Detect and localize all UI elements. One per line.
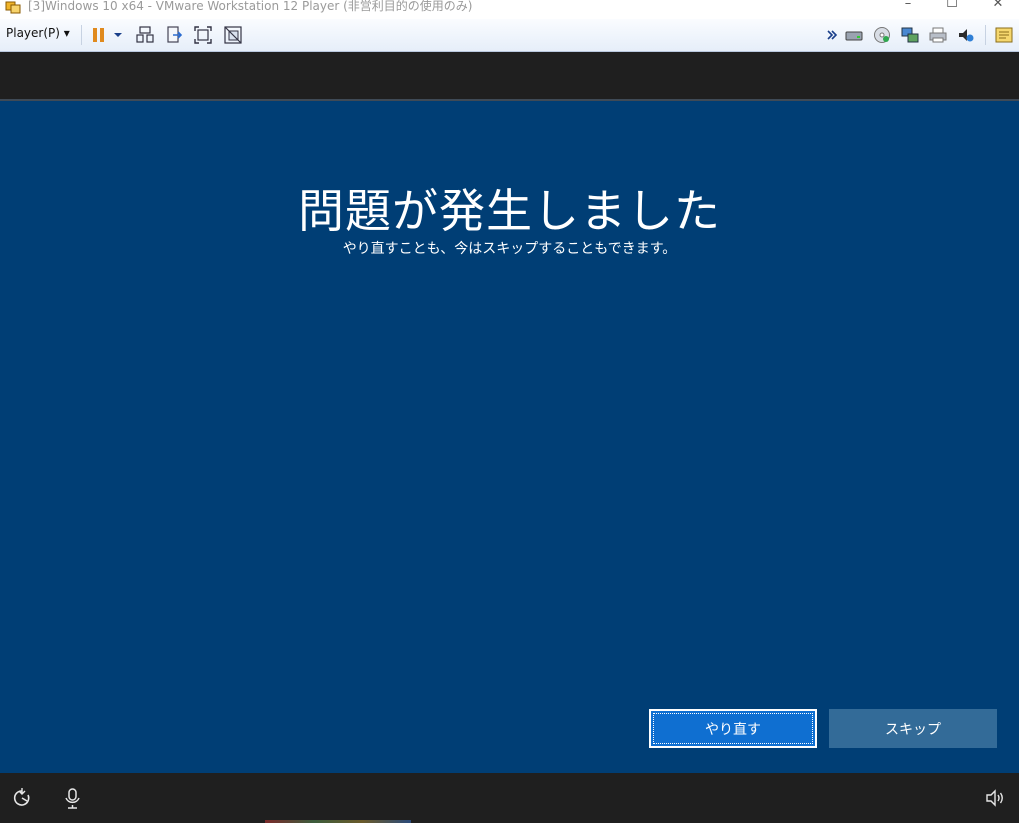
vmware-app-icon — [5, 1, 21, 14]
hard-disk-icon[interactable] — [845, 26, 863, 44]
toolbar-separator — [81, 25, 82, 45]
toolbar-separator — [985, 25, 986, 45]
retry-button[interactable]: やり直す — [649, 709, 817, 748]
removable-devices-icon[interactable] — [165, 26, 183, 44]
network-adapter-icon[interactable] — [901, 26, 919, 44]
minimize-button[interactable]: – — [896, 0, 920, 14]
skip-button[interactable]: スキップ — [829, 709, 997, 748]
window-title-bar: [3]Windows 10 x64 - VMware Workstation 1… — [0, 0, 1019, 19]
player-toolbar: Player(P) ▾ — [0, 19, 1019, 52]
fullscreen-icon[interactable] — [194, 26, 212, 44]
cd-dvd-icon[interactable] — [873, 26, 891, 44]
sound-card-icon[interactable] — [957, 26, 975, 44]
dropdown-arrow-icon[interactable] — [112, 26, 124, 44]
volume-icon[interactable] — [984, 787, 1006, 809]
page-subtitle: やり直すことも、今はスキップすることもできます。 — [342, 241, 677, 257]
unity-icon[interactable] — [224, 26, 242, 44]
vm-top-band — [0, 52, 1019, 99]
more-chevron-icon[interactable] — [826, 26, 838, 44]
close-button[interactable]: ✕ — [986, 0, 1010, 14]
page-title: 問題が発生しました — [298, 184, 721, 238]
microphone-icon[interactable] — [62, 787, 84, 809]
send-ctrl-alt-del-icon[interactable] — [136, 26, 154, 44]
player-menu[interactable]: Player(P) ▾ — [6, 26, 70, 40]
oobe-bottom-bar — [0, 773, 1019, 823]
printer-icon[interactable] — [929, 26, 947, 44]
maximize-button[interactable]: ☐ — [940, 0, 964, 14]
window-title: [3]Windows 10 x64 - VMware Workstation 1… — [28, 0, 473, 13]
oobe-error-page: 問題が発生しました やり直すことも、今はスキップすることもできます。 やり直す … — [0, 101, 1019, 773]
message-log-icon[interactable] — [995, 26, 1013, 44]
ease-of-access-icon[interactable] — [11, 787, 33, 809]
pause-icon[interactable] — [90, 26, 108, 44]
